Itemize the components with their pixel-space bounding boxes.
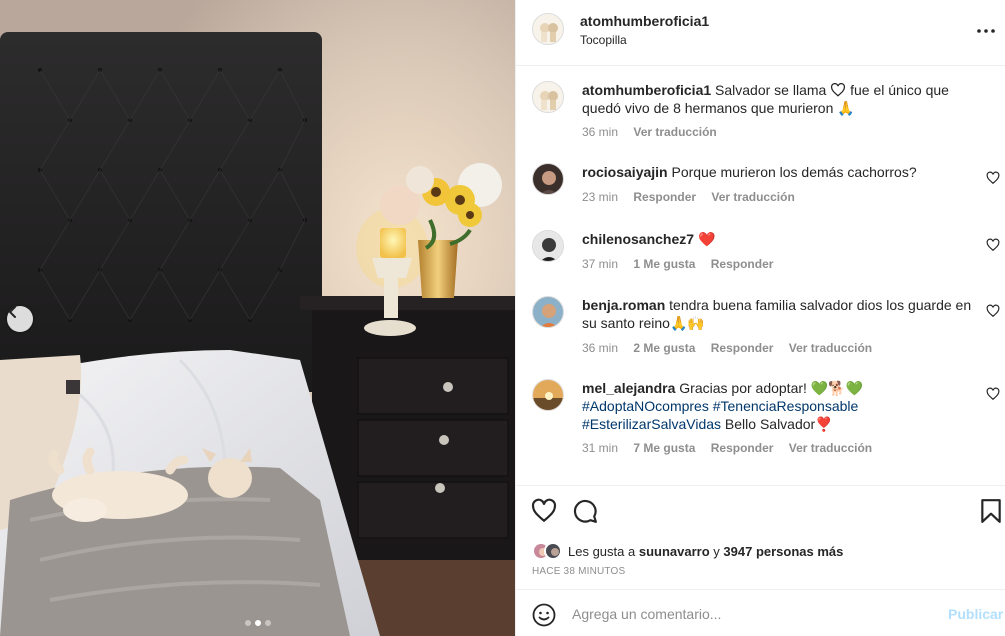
commenter-avatar[interactable] — [532, 230, 564, 262]
liker-avatar — [544, 542, 562, 560]
comment-icon[interactable] — [572, 498, 598, 524]
reply-button[interactable]: Responder — [711, 341, 774, 355]
comment-time: 23 min — [582, 190, 619, 204]
comment-body-end: Bello Salvador❣️ — [724, 416, 833, 432]
comment-meta: 37 min 1 Me gusta Responder — [582, 257, 785, 271]
avatar-image — [533, 164, 563, 194]
caption-text-start: Salvador se llama — [715, 82, 827, 98]
heart-outline-icon — [831, 82, 846, 97]
avatar-image — [533, 231, 563, 261]
comments-list[interactable]: atomhumberoficia1 Salvador se llama fue … — [516, 67, 1005, 485]
post-location[interactable]: Tocopilla — [580, 33, 627, 47]
comment-time: 37 min — [582, 257, 619, 271]
comment-meta: 31 min 7 Me gusta Responder Ver traducci… — [582, 441, 884, 455]
like-comment-icon[interactable] — [986, 304, 1000, 318]
comment-username[interactable]: rociosaiyajin — [582, 164, 668, 180]
hashtag-link[interactable]: #EsterilizarSalvaVidas — [582, 416, 721, 432]
caption-time: 36 min — [582, 125, 619, 139]
carousel-indicator — [0, 620, 515, 626]
publish-button[interactable]: Publicar — [948, 606, 1003, 622]
heart-icon[interactable] — [531, 498, 557, 524]
avatar-image — [533, 82, 563, 112]
bookmark-icon[interactable] — [978, 498, 1004, 524]
comment-text: benja.roman tendra buena familia salvado… — [582, 296, 976, 332]
translate-link[interactable]: Ver traducción — [789, 341, 872, 355]
likes-middle: y — [713, 543, 720, 559]
comment-composer: Publicar — [516, 589, 1005, 636]
author-avatar[interactable] — [532, 13, 564, 45]
reply-button[interactable]: Responder — [711, 257, 774, 271]
comment-text: mel_alejandra Gracias por adoptar! 💚🐕💚 #… — [582, 379, 976, 433]
more-options-button[interactable] — [975, 20, 997, 42]
bedroom-puppy-photo — [0, 0, 515, 636]
likes-summary: Les gusta a suunavarro y 3947 personas m… — [532, 542, 843, 560]
avatar-image — [533, 380, 563, 410]
carousel-dot-active — [254, 620, 261, 626]
comment-text: chilenosanchez7 ❤️ — [582, 230, 976, 248]
comment-time: 36 min — [582, 341, 619, 355]
comment-meta: 23 min Responder Ver traducción — [582, 190, 807, 204]
carousel-dot — [244, 620, 251, 626]
commenter-avatar[interactable] — [532, 296, 564, 328]
comment-input[interactable] — [572, 603, 922, 625]
comment-likes[interactable]: 7 Me gusta — [633, 441, 695, 455]
post-actions: Les gusta a suunavarro y 3947 personas m… — [516, 485, 1005, 589]
like-comment-icon[interactable] — [986, 171, 1000, 185]
likes-prefix: Les gusta a — [568, 543, 636, 559]
chevron-left-icon — [9, 306, 16, 318]
more-options-icon — [977, 29, 995, 33]
like-comment-icon[interactable] — [986, 238, 1000, 252]
comment-text: rociosaiyajin Porque murieron los demás … — [582, 163, 976, 181]
avatar-image — [533, 297, 563, 327]
caption-meta: 36 min Ver traducción — [582, 125, 729, 139]
avatar-image — [546, 544, 560, 558]
comment-username[interactable]: benja.roman — [582, 297, 665, 313]
comment-likes[interactable]: 1 Me gusta — [633, 257, 695, 271]
comment-body: Porque murieron los demás cachorros? — [671, 164, 917, 180]
caption-text: atomhumberoficia1 Salvador se llama fue … — [582, 81, 976, 117]
author-avatar[interactable] — [532, 81, 564, 113]
avatar-image — [533, 14, 563, 44]
post-side-panel: atomhumberoficia1 Tocopilla atomhumberof… — [515, 0, 1005, 636]
carousel-dot — [264, 620, 271, 626]
comment-body: ❤️ — [697, 231, 716, 247]
hashtag-link[interactable]: #TenenciaResponsable — [713, 398, 859, 414]
comment-body: Gracias por adoptar! 💚🐕💚 — [679, 380, 864, 396]
liker-username[interactable]: suunavarro — [639, 544, 710, 559]
like-comment-icon[interactable] — [986, 387, 1000, 401]
caption-translate-link[interactable]: Ver traducción — [633, 125, 716, 139]
emoji-icon[interactable] — [532, 603, 556, 627]
caption-username[interactable]: atomhumberoficia1 — [582, 82, 711, 98]
comment-likes[interactable]: 2 Me gusta — [633, 341, 695, 355]
comment-time: 31 min — [582, 441, 619, 455]
reply-button[interactable]: Responder — [711, 441, 774, 455]
reply-button[interactable]: Responder — [633, 190, 696, 204]
author-username[interactable]: atomhumberoficia1 — [580, 13, 709, 29]
comment-username[interactable]: chilenosanchez7 — [582, 231, 694, 247]
commenter-avatar[interactable] — [532, 163, 564, 195]
likes-text: Les gusta a suunavarro y 3947 personas m… — [568, 544, 843, 559]
post-timestamp[interactable]: HACE 38 MINUTOS — [532, 566, 625, 577]
instagram-post-view: atomhumberoficia1 Tocopilla atomhumberof… — [0, 0, 1005, 636]
carousel-prev-button[interactable] — [7, 306, 33, 332]
hashtag-link[interactable]: #AdoptaNOcompres — [582, 398, 709, 414]
translate-link[interactable]: Ver traducción — [711, 190, 794, 204]
comment-username[interactable]: mel_alejandra — [582, 380, 675, 396]
translate-link[interactable]: Ver traducción — [789, 441, 872, 455]
comment-meta: 36 min 2 Me gusta Responder Ver traducci… — [582, 341, 884, 355]
likes-count-link[interactable]: 3947 personas más — [723, 544, 843, 559]
post-photo[interactable] — [0, 0, 515, 636]
post-header: atomhumberoficia1 Tocopilla — [516, 0, 1005, 66]
commenter-avatar[interactable] — [532, 379, 564, 411]
